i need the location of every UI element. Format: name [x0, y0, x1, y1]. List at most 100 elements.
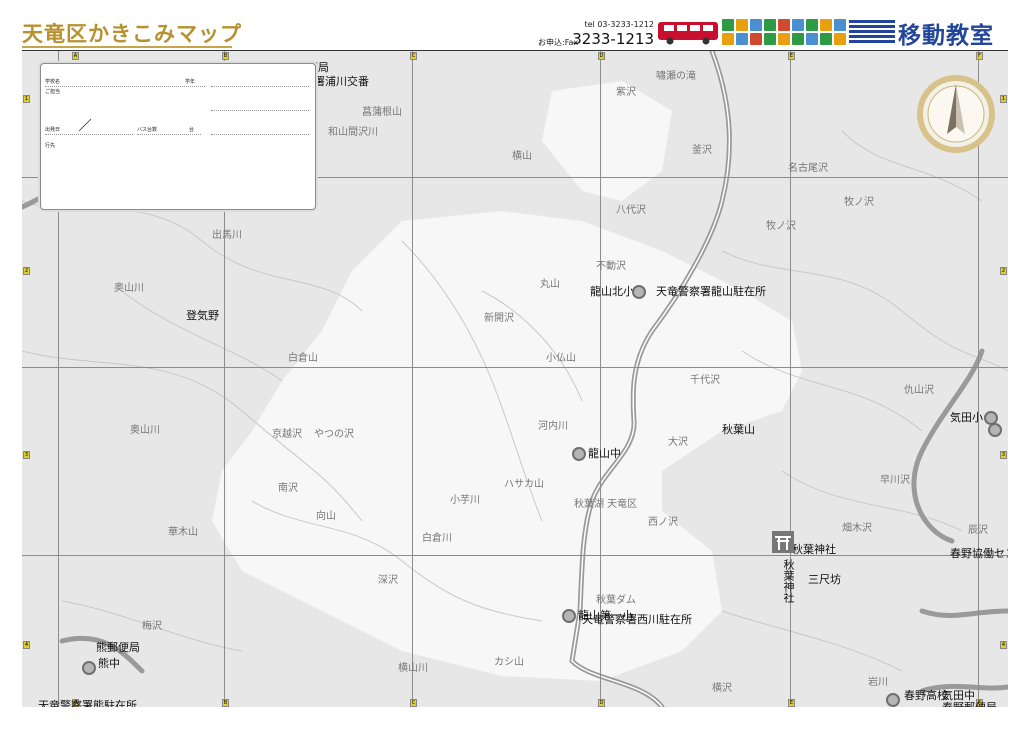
place-label: 京越沢 — [272, 429, 302, 440]
bus-icon — [658, 22, 718, 45]
map-title: 天竜区かきこみマップ — [22, 22, 242, 46]
place-label: やつの沢 — [314, 429, 354, 440]
grid-col-marker: B — [222, 52, 229, 60]
grid-row-marker: 1 — [1000, 95, 1007, 103]
place-label: 小芋川 — [450, 495, 480, 506]
grid-row-marker: 3 — [23, 451, 30, 459]
place-label: 奥山川 — [130, 425, 160, 436]
grid-col-marker: C — [410, 52, 417, 60]
bus-count-field[interactable] — [137, 134, 201, 135]
bus-unit-label: 台 — [189, 127, 195, 133]
place-label: 畑木沢 — [842, 523, 872, 534]
place-label: 辰沢 — [968, 525, 988, 536]
date-slash — [78, 118, 92, 132]
grid-row-marker: 4 — [1000, 641, 1007, 649]
place-label: 和山間沢川 — [328, 127, 378, 138]
poi-label: 春野郵便局 — [942, 699, 997, 707]
grid-line — [412, 51, 413, 707]
place-label: 向山 — [316, 511, 336, 522]
place-label: 深沢 — [378, 575, 398, 586]
grade-field-label: 学年 — [185, 79, 196, 85]
grid-col-marker: B — [222, 699, 229, 707]
school-field-label: 学校名 — [45, 79, 61, 85]
destination-field-label: 行先 — [45, 143, 56, 149]
extra-field[interactable] — [211, 134, 309, 135]
poi-label: 気田小 — [950, 411, 983, 424]
bus-field-label: バス台数 — [137, 127, 158, 133]
poi-label: 春野協働センター — [950, 547, 1008, 560]
grid-row-marker: 1 — [23, 95, 30, 103]
place-label: 梅沢 — [142, 621, 162, 632]
poi-label: 登気野 — [186, 309, 219, 322]
title-underline — [22, 46, 232, 48]
grid-row-marker: 2 — [1000, 267, 1007, 275]
grid-col-marker: E — [788, 699, 795, 707]
grid-col-marker: F — [976, 52, 983, 60]
poi-label: 龍山中 — [588, 447, 621, 460]
place-label: 牧ノ沢 — [766, 221, 796, 232]
place-label: 白倉山 — [288, 353, 318, 364]
memo-form[interactable]: 学校名 学年 ご担当 出発日 バス台数 台 行先 — [40, 63, 316, 210]
place-label: 丸山 — [540, 279, 560, 290]
poi-label: 熊郵便局 — [96, 641, 140, 654]
grid-col-marker: D — [598, 699, 605, 707]
grid-col-marker: A — [72, 52, 79, 60]
poi-label: 龍山北小 — [590, 285, 634, 298]
grid-row-marker: 4 — [23, 641, 30, 649]
place-label: 不動沢 — [596, 261, 626, 272]
place-label: 釜沢 — [692, 145, 712, 156]
grid-col-marker: D — [598, 52, 605, 60]
poi-label: 天竜警察署熊駐在所 — [38, 699, 137, 707]
station-marker[interactable] — [886, 693, 900, 707]
shrine-icon — [772, 531, 794, 553]
place-label: 大沢 — [668, 437, 688, 448]
place-label: 秋葉ダム — [596, 595, 636, 606]
place-label: 小仏山 — [546, 353, 576, 364]
date-field[interactable] — [45, 134, 133, 135]
grid-col-marker: E — [788, 52, 795, 60]
grid-row-marker: 3 — [1000, 451, 1007, 459]
poi-label: 秋葉山 — [722, 423, 755, 436]
grade-field[interactable] — [211, 86, 309, 87]
poi-label: 秋葉神社 — [792, 543, 836, 556]
poi-label: 熊中 — [98, 657, 120, 670]
place-label: 横山川 — [398, 663, 428, 674]
grid-line — [22, 555, 1008, 556]
grid-line — [790, 51, 791, 707]
place-label: 千代沢 — [690, 375, 720, 386]
school-field[interactable] — [45, 86, 205, 87]
station-marker[interactable] — [572, 447, 586, 461]
station-marker[interactable] — [82, 661, 96, 675]
north-arrow-icon — [917, 75, 995, 153]
place-label: 河内川 — [538, 421, 568, 432]
fax-number: 3233-1213 — [572, 30, 654, 48]
brand-stripes — [849, 20, 895, 46]
brand-logo: 移動教室 — [898, 23, 994, 49]
place-label: カシ山 — [494, 657, 524, 668]
place-label: 仇山沢 — [904, 385, 934, 396]
place-label: 菖蒲根山 — [362, 107, 402, 118]
poi-label: 秋葉神社 — [782, 559, 795, 603]
place-label: 新開沢 — [484, 313, 514, 324]
grid-col-marker: C — [410, 699, 417, 707]
grid-line — [22, 367, 1008, 368]
activity-icons — [722, 19, 846, 47]
place-label: 華木山 — [168, 527, 198, 538]
station-marker[interactable] — [988, 423, 1002, 437]
place-label: 西ノ沢 — [648, 517, 678, 528]
header: 天竜区かきこみマップ tel 03-3233-1212 お申込:Fax 3233… — [0, 0, 1032, 50]
place-label: 秋葉湖 天竜区 — [574, 499, 638, 510]
place-label: 名古尾沢 — [788, 163, 828, 174]
date-field-label: 出発日 — [45, 127, 61, 133]
poi-label: 天竜警察署西川駐在所 — [582, 613, 692, 626]
poi-label: 三尺坊 — [808, 573, 841, 586]
teacher-field[interactable] — [211, 110, 309, 111]
place-label: 岩川 — [868, 677, 888, 688]
place-label: 横山 — [512, 151, 532, 162]
place-label: ハサカ山 — [504, 479, 544, 490]
place-label: 横沢 — [712, 683, 732, 694]
station-marker[interactable] — [632, 285, 646, 299]
place-label: 早川沢 — [880, 475, 910, 486]
station-marker[interactable] — [562, 609, 576, 623]
place-label: 南沢 — [278, 483, 298, 494]
